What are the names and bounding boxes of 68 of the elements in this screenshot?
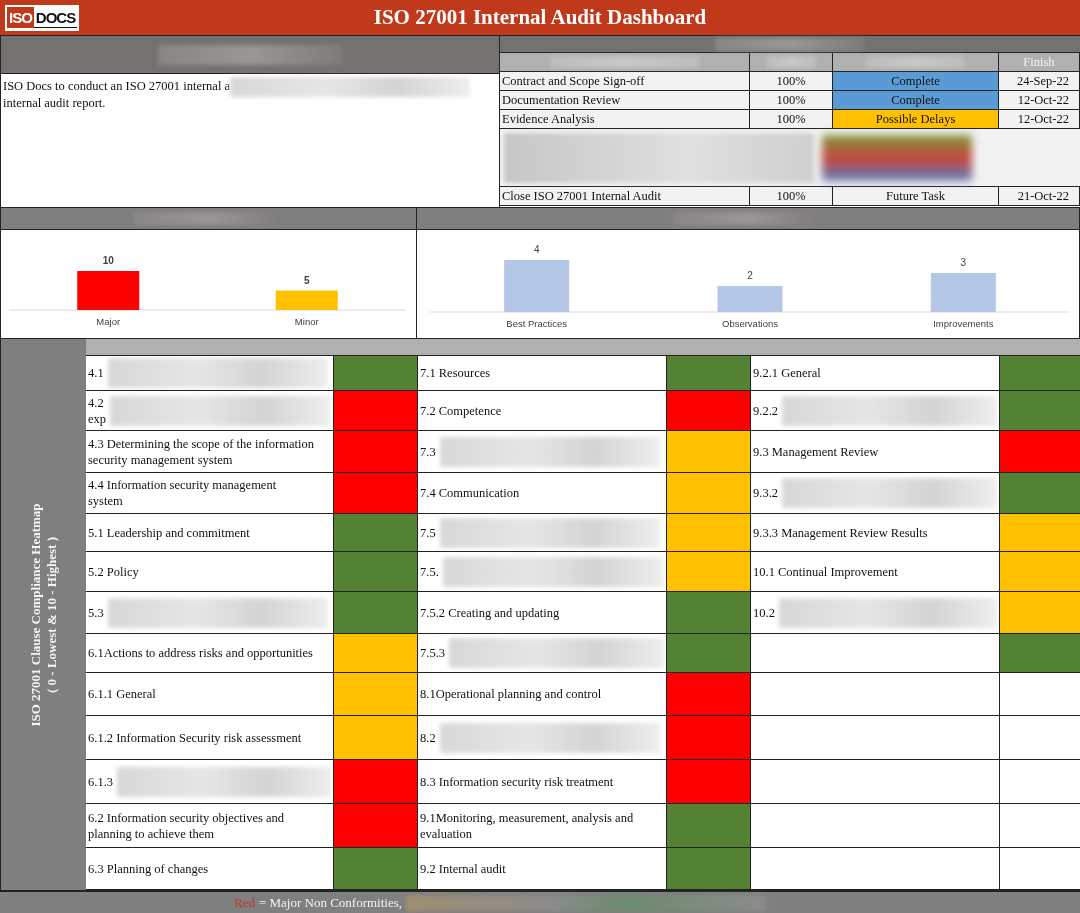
clause-label: 6.2 Information security objectives and planning to achieve them xyxy=(88,809,285,842)
legend-text: = Major Non Conformities, xyxy=(258,894,403,911)
heatmap-title: ISO 27001 Clause Compliance Heatmap xyxy=(27,502,44,727)
category-label: Minor xyxy=(294,316,319,327)
table-cell: 100% xyxy=(750,91,833,110)
clause-label: 9.3 Management Review xyxy=(753,443,879,460)
column-header: Finish xyxy=(999,53,1080,72)
clause-label: 4.4 Information security management system xyxy=(88,477,277,509)
value-label: 10 xyxy=(102,255,114,266)
clause-label: 4.1 xyxy=(88,365,104,381)
status-cell: Complete xyxy=(833,72,999,91)
table-cell: Contract and Scope Sign-off xyxy=(500,72,750,91)
clause-label: 4.2 exp xyxy=(88,394,107,427)
value-label: 2 xyxy=(747,270,753,281)
status-cell: Complete xyxy=(833,91,999,110)
clause-label: 9.2.2 xyxy=(753,402,778,419)
table-cell: 24-Sep-22 xyxy=(999,72,1080,91)
table-cell: 12-Oct-22 xyxy=(999,110,1080,129)
clause-label: 9.1Monitoring, measurement, analysis and evaluation xyxy=(420,809,634,842)
clause-label: 8.1Operational planning and control xyxy=(420,686,602,702)
table-cell: 100% xyxy=(750,72,833,91)
clause-label: 6.1.2 Information Security risk assessment xyxy=(88,729,302,746)
clause-label: 10.2 xyxy=(753,604,775,621)
clause-label: 9.2 Internal audit xyxy=(420,860,506,877)
clause-label: 7.5 xyxy=(420,524,436,541)
clause-label: 5.3 xyxy=(88,604,104,621)
table-cell: 12-Oct-22 xyxy=(999,91,1080,110)
category-label: Improvements xyxy=(933,318,994,329)
clause-label: 7.3 xyxy=(420,443,436,460)
clause-label: 5.2 Policy xyxy=(88,563,139,580)
heatmap-subtitle: ( 0 - Lowest & 10 - Highest ) xyxy=(43,536,60,693)
logo: ISO DOCS xyxy=(5,4,80,31)
table-cell: 100% xyxy=(750,187,833,206)
clause-label: 6.1Actions to address risks and opportunities xyxy=(88,645,313,661)
clause-label: 6.3 Planning of changes xyxy=(88,860,209,877)
clause-label: 7.2 Competence xyxy=(420,402,502,419)
clause-label: 7.5. xyxy=(420,563,439,580)
value-label: 4 xyxy=(533,244,540,255)
clause-label: 7.5.3 xyxy=(420,645,445,661)
table-cell: Evidence Analysis xyxy=(500,110,750,129)
clause-label: 6.1.1 General xyxy=(88,686,156,702)
table-cell: Close ISO 27001 Internal Audit xyxy=(500,187,750,206)
clause-label: 5.1 Leadership and commitment xyxy=(88,524,250,541)
clause-label: 9.3.3 Management Review Results xyxy=(753,524,928,541)
category-label: Best Practices xyxy=(506,318,568,329)
clause-label: 10.1 Continual Improvement xyxy=(753,563,898,580)
clause-label: 6.1.3 xyxy=(88,773,113,790)
clause-label: 8.2 xyxy=(420,729,436,746)
description-text: internal audit report. xyxy=(3,96,106,111)
description-text: ISO Docs to conduct an ISO 27001 internal a xyxy=(3,79,231,94)
clause-label: 4.3 Determining the scope of the information security management system xyxy=(88,435,314,468)
category-label: Major xyxy=(96,316,121,327)
category-label: Observations xyxy=(722,318,778,329)
dashboard-title: ISO 27001 Internal Audit Dashboard xyxy=(372,5,708,30)
status-cell: Future Task xyxy=(833,187,999,206)
clause-label: 7.5.2 Creating and updating xyxy=(420,604,560,621)
status-cell: Possible Delays xyxy=(833,110,999,129)
legend-color-word: Red xyxy=(233,894,255,911)
value-label: 3 xyxy=(960,257,967,268)
clause-label: 8.3 Information security risk treatment xyxy=(420,773,614,790)
table-cell: 21-Oct-22 xyxy=(999,187,1080,206)
value-label: 5 xyxy=(303,274,310,286)
clause-label: 7.1 Resources xyxy=(420,365,491,381)
table-cell: Documentation Review xyxy=(500,91,750,110)
clause-label: 9.3.2 xyxy=(753,485,778,501)
table-cell: 100% xyxy=(750,110,833,129)
clause-label: 9.2.1 General xyxy=(753,365,821,381)
clause-label: 7.4 Communication xyxy=(420,485,520,501)
